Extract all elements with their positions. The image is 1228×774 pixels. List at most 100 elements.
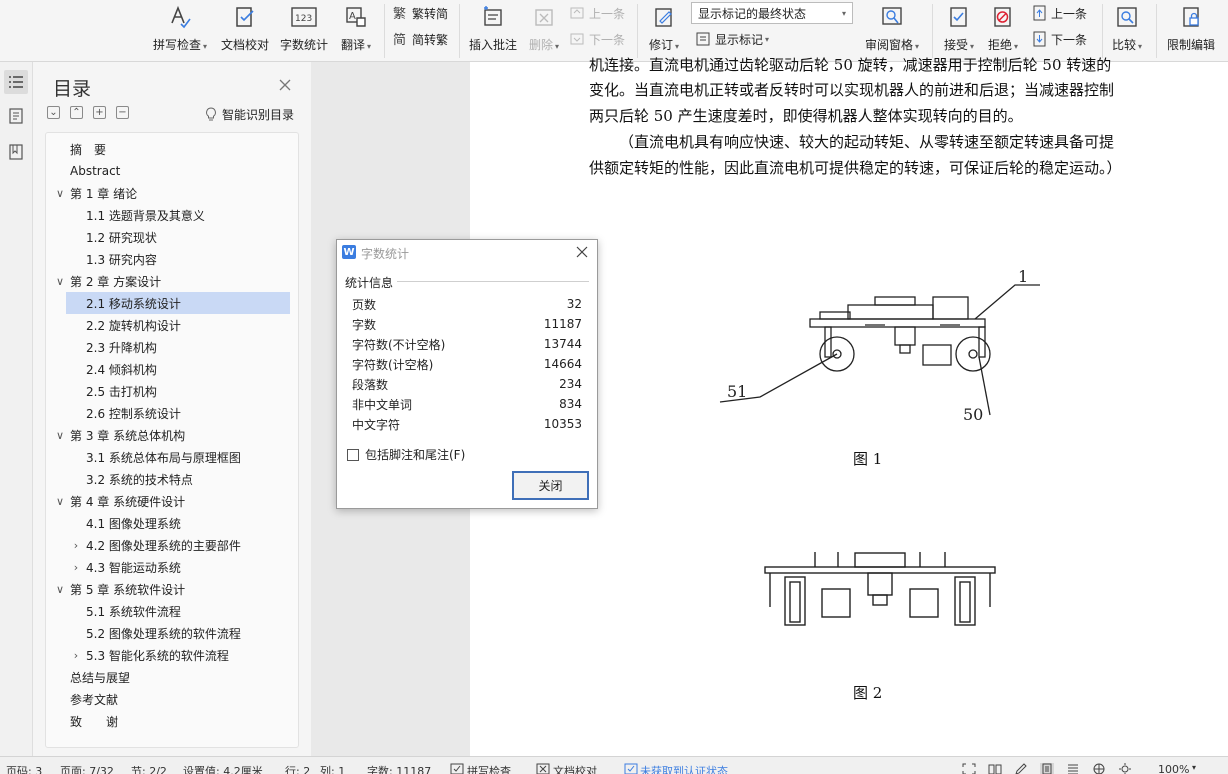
eye-protect-icon[interactable]: [1118, 763, 1132, 774]
toc-panel-tab[interactable]: [4, 70, 28, 94]
page-view-icon[interactable]: [1040, 763, 1054, 774]
toc-item[interactable]: ∨ 第 1 章 绪论: [46, 182, 298, 204]
toc-item[interactable]: › 4.2 图像处理系统的主要部件: [46, 534, 298, 556]
status-cert[interactable]: 未获取到认证状态: [640, 763, 728, 774]
toc-item[interactable]: 5.1 系统软件流程: [46, 600, 298, 622]
status-doc-proof[interactable]: 文档校对: [553, 763, 597, 774]
dialog-titlebar[interactable]: W 字数统计: [337, 240, 597, 266]
figure-label: 51: [727, 382, 747, 401]
toc-item[interactable]: 2.3 升降机构: [46, 336, 298, 358]
outline-view-icon[interactable]: [1066, 763, 1080, 774]
doc-proof-icon: [232, 4, 258, 30]
chevron-down-icon[interactable]: ∨: [54, 429, 66, 442]
restrict-edit-button[interactable]: 限制编辑: [1162, 2, 1220, 58]
delete-comment-button[interactable]: 删除 ▾: [526, 2, 562, 58]
next-comment-button[interactable]: 下一条: [570, 28, 625, 50]
trad-to-simp-button[interactable]: 繁 繁转简: [393, 2, 448, 24]
translate-button[interactable]: A 翻译 ▾: [336, 2, 376, 58]
reject-icon: [990, 4, 1016, 30]
toc-item[interactable]: 1.3 研究内容: [46, 248, 298, 270]
translate-icon: A: [343, 4, 369, 30]
compare-button[interactable]: 比较 ▾: [1108, 2, 1146, 58]
collapse-all-button[interactable]: ⌄: [47, 106, 60, 119]
simp-to-trad-button[interactable]: 简 简转繁: [393, 28, 448, 50]
show-markup-button[interactable]: 显示标记 ▾: [696, 28, 769, 50]
smart-toc-button[interactable]: 智能识别目录: [205, 106, 294, 123]
expand-all-button[interactable]: ⌃: [70, 106, 83, 119]
toc-item-label: 摘 要: [70, 142, 107, 157]
stat-value: 14664: [543, 357, 582, 371]
include-footnotes-checkbox[interactable]: 包括脚注和尾注(F): [347, 446, 465, 463]
chevron-down-icon[interactable]: ∨: [54, 275, 66, 288]
toc-item[interactable]: 2.5 击打机构: [46, 380, 298, 402]
close-icon[interactable]: [575, 245, 589, 259]
svg-text:简: 简: [393, 32, 406, 47]
toc-item[interactable]: ∨ 第 3 章 系统总体机构: [46, 424, 298, 446]
reject-button[interactable]: 拒绝 ▾: [984, 2, 1022, 58]
read-mode-icon[interactable]: [988, 763, 1002, 774]
prev-comment-button[interactable]: 上一条: [570, 2, 625, 24]
toc-item[interactable]: 2.6 控制系统设计: [46, 402, 298, 424]
figure-label: 1: [1018, 267, 1028, 286]
status-page[interactable]: 页面: 7/32: [60, 763, 114, 774]
toc-item[interactable]: 4.1 图像处理系统: [46, 512, 298, 534]
chevron-down-icon[interactable]: ▾: [1192, 763, 1196, 772]
toc-item[interactable]: 2.1 移动系统设计: [66, 292, 290, 314]
toc-item[interactable]: › 4.3 智能运动系统: [46, 556, 298, 578]
revise-button[interactable]: 修订 ▾: [645, 2, 683, 58]
status-spell-check[interactable]: 拼写检查: [467, 763, 511, 774]
chevron-right-icon[interactable]: ›: [70, 561, 82, 574]
add-heading-button[interactable]: +: [93, 106, 106, 119]
close-icon[interactable]: [277, 77, 293, 93]
spell-check-button[interactable]: 拼写检查 ▾: [150, 2, 210, 58]
chevron-right-icon[interactable]: ›: [70, 539, 82, 552]
toc-item[interactable]: ∨ 第 4 章 系统硬件设计: [46, 490, 298, 512]
stat-row: 段落数 234: [352, 374, 582, 394]
toc-item[interactable]: 3.1 系统总体布局与原理框图: [46, 446, 298, 468]
toc-item[interactable]: 参考文献: [46, 688, 298, 710]
toc-item[interactable]: 2.4 倾斜机构: [46, 358, 298, 380]
toc-item[interactable]: 5.2 图像处理系统的软件流程: [46, 622, 298, 644]
toc-item-label: 总结与展望: [70, 670, 131, 685]
fullscreen-icon[interactable]: [962, 763, 976, 774]
chevron-down-icon[interactable]: ∨: [54, 187, 66, 200]
web-view-icon[interactable]: [1092, 763, 1106, 774]
pen-icon[interactable]: [1014, 763, 1028, 774]
toc-item[interactable]: 摘 要: [46, 138, 298, 160]
toc-item[interactable]: 1.1 选题背景及其意义: [46, 204, 298, 226]
toc-item[interactable]: 总结与展望: [46, 666, 298, 688]
toc-item[interactable]: › 5.3 智能化系统的软件流程: [46, 644, 298, 666]
accept-button[interactable]: 接受 ▾: [940, 2, 978, 58]
close-button[interactable]: 关闭: [512, 471, 589, 500]
chevron-right-icon[interactable]: ›: [70, 649, 82, 662]
lock-icon: [1178, 4, 1204, 30]
paragraph-line: 变化。当直流电机正转或者反转时可以实现机器人的前进和后退；当减速器控制: [589, 81, 1115, 99]
review-pane-button[interactable]: 审阅窗格 ▾: [862, 2, 922, 58]
bookmark-icon: [9, 144, 23, 160]
zoom-level[interactable]: 100%: [1158, 763, 1189, 774]
paragraph-line: 两只后轮 50 产生速度差时，即使得机器人整体实现转向的目的。: [589, 107, 1023, 125]
markup-mode-select[interactable]: 显示标记的最终状态 ▾: [691, 2, 853, 24]
insert-comment-button[interactable]: 插入批注: [466, 2, 520, 58]
toc-item[interactable]: ∨ 第 5 章 系统软件设计: [46, 578, 298, 600]
chevron-down-icon[interactable]: ∨: [54, 583, 66, 596]
status-word-count[interactable]: 字数: 11187: [367, 763, 431, 774]
prev-change-button[interactable]: 上一条: [1032, 2, 1087, 24]
toc-item[interactable]: ∨ 第 2 章 方案设计: [46, 270, 298, 292]
toc-item[interactable]: Abstract: [46, 160, 298, 182]
toc-item[interactable]: 1.2 研究现状: [46, 226, 298, 248]
toc-item[interactable]: 2.2 旋转机构设计: [46, 314, 298, 336]
word-count-button[interactable]: 123 字数统计: [278, 2, 330, 58]
doc-proof-button[interactable]: 文档校对: [218, 2, 272, 58]
status-section: 节: 2/2: [131, 765, 167, 774]
toc-item[interactable]: 致 谢: [46, 710, 298, 732]
next-change-button[interactable]: 下一条: [1032, 28, 1087, 50]
toc-item[interactable]: 3.2 系统的技术特点: [46, 468, 298, 490]
pages-panel-tab[interactable]: [4, 104, 28, 128]
bookmark-panel-tab[interactable]: [4, 140, 28, 164]
doc-proof-icon: [536, 763, 550, 774]
remove-heading-button[interactable]: −: [116, 106, 129, 119]
chevron-down-icon[interactable]: ∨: [54, 495, 66, 508]
figure-2-drawing: [764, 552, 996, 626]
toc-item-label: 2.6 控制系统设计: [86, 406, 181, 421]
